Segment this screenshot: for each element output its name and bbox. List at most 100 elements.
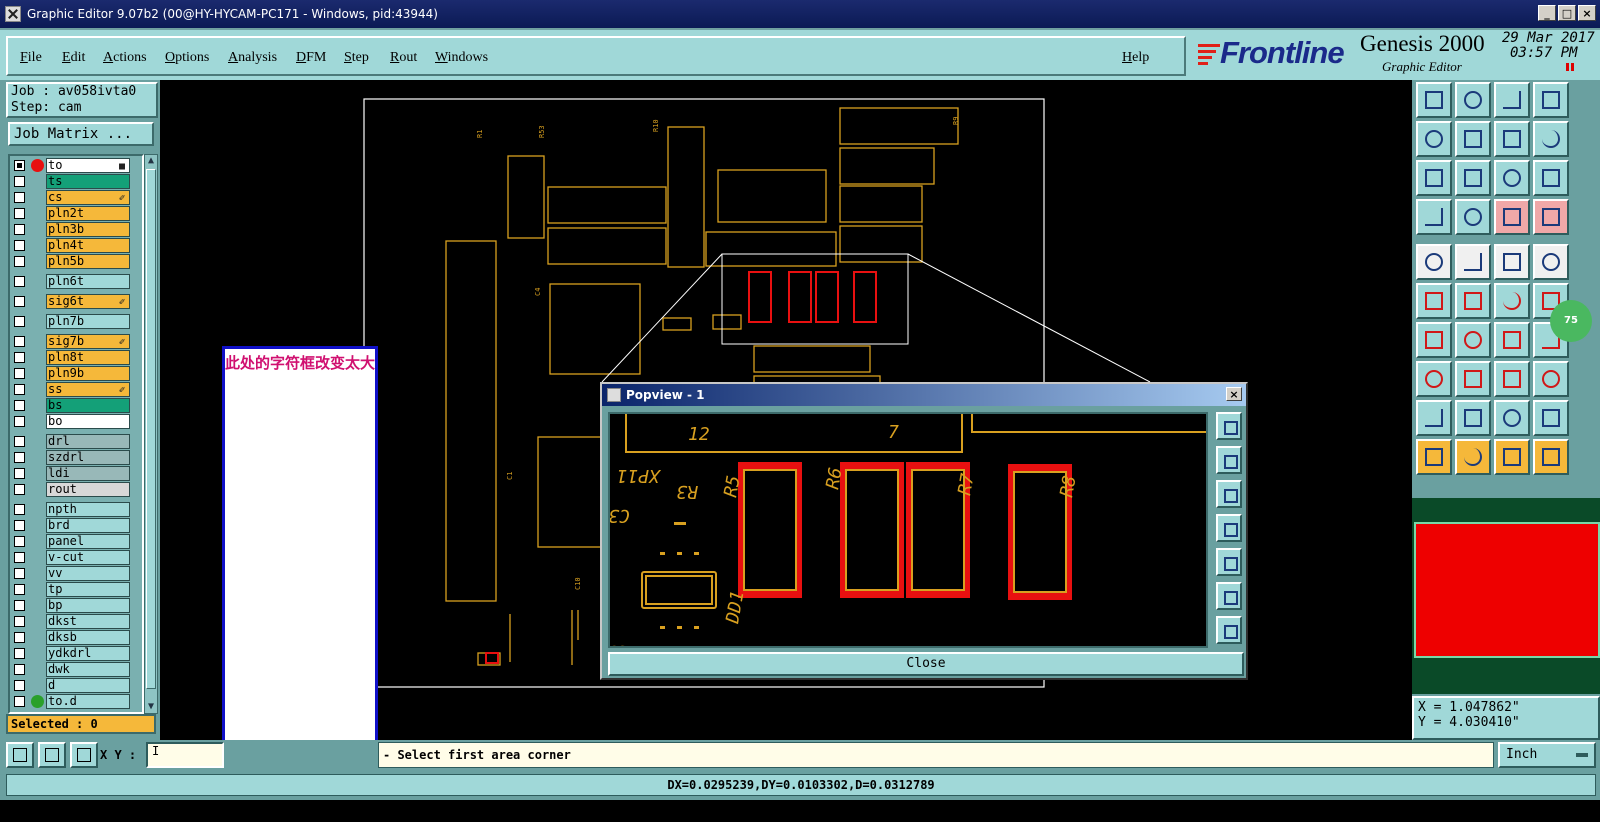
text-alt-icon[interactable] bbox=[1455, 400, 1491, 436]
layer-checkbox[interactable] bbox=[14, 400, 25, 411]
layer-name[interactable]: pln7b bbox=[46, 314, 130, 329]
line-alt-icon[interactable] bbox=[1455, 322, 1491, 358]
pause-icon[interactable] bbox=[1566, 63, 1574, 71]
layer-row[interactable]: szdrl bbox=[12, 450, 140, 466]
layer-checkbox[interactable] bbox=[14, 632, 25, 643]
layer-name[interactable]: to ■ bbox=[46, 158, 130, 173]
layer-checkbox[interactable] bbox=[14, 384, 25, 395]
menu-windows[interactable]: Windows bbox=[435, 50, 488, 66]
popview-close-button[interactable]: Close bbox=[608, 652, 1244, 676]
layer-row[interactable]: rout bbox=[12, 482, 140, 498]
maximize-button[interactable]: □ bbox=[1558, 5, 1576, 21]
scroll-up-icon[interactable]: ▲ bbox=[146, 155, 156, 167]
zoom-fit-icon[interactable] bbox=[1533, 82, 1569, 118]
layer-checkbox[interactable] bbox=[14, 536, 25, 547]
layer-name[interactable]: bp bbox=[46, 598, 130, 613]
layer-name[interactable]: ldi bbox=[46, 466, 130, 481]
line-icon[interactable] bbox=[1416, 322, 1452, 358]
popview-zoom-home-icon[interactable] bbox=[1216, 412, 1242, 440]
layer-color-swatch[interactable] bbox=[1414, 522, 1600, 658]
layer-name[interactable]: tp bbox=[46, 582, 130, 597]
job-matrix-button[interactable]: Job Matrix ... bbox=[8, 122, 154, 146]
layer-row[interactable]: pln8t bbox=[12, 350, 140, 366]
layer-row[interactable]: ldi bbox=[12, 466, 140, 482]
snap-icon[interactable] bbox=[1533, 121, 1569, 157]
group-icon[interactable] bbox=[1533, 361, 1569, 397]
layer-checkbox[interactable] bbox=[14, 416, 25, 427]
layer-name[interactable]: panel bbox=[46, 534, 130, 549]
layer-checkbox[interactable] bbox=[14, 680, 25, 691]
menu-help[interactable]: Help bbox=[1122, 50, 1149, 66]
layer-row[interactable]: brd bbox=[12, 518, 140, 534]
text-icon[interactable] bbox=[1416, 400, 1452, 436]
layer-name[interactable]: ts bbox=[46, 174, 130, 189]
layer-row[interactable]: dwk bbox=[12, 662, 140, 678]
text-move-icon[interactable] bbox=[1533, 400, 1569, 436]
minimize-button[interactable]: _ bbox=[1538, 5, 1556, 21]
pointer-box-icon[interactable] bbox=[1455, 439, 1491, 475]
layer-row[interactable]: pln6t bbox=[12, 274, 140, 290]
layer-row[interactable]: pln2t bbox=[12, 206, 140, 222]
layer-row[interactable]: bo bbox=[12, 414, 140, 430]
layer-name[interactable]: rout bbox=[46, 482, 130, 497]
scale-one-to-one-icon[interactable] bbox=[1494, 160, 1530, 196]
layer-name[interactable]: cs ✐ bbox=[46, 190, 130, 205]
pointer-frame-icon[interactable] bbox=[1494, 439, 1530, 475]
layer-row[interactable]: ss ✐ bbox=[12, 382, 140, 398]
layer-name[interactable]: to.d bbox=[46, 694, 130, 709]
help-icon[interactable] bbox=[1533, 160, 1569, 196]
menu-analysis[interactable]: Analysis bbox=[228, 50, 277, 66]
menu-step[interactable]: Step bbox=[344, 50, 369, 66]
layer-name[interactable]: pln2t bbox=[46, 206, 130, 221]
layer-row[interactable]: pln9b bbox=[12, 366, 140, 382]
layer-name[interactable]: dksb bbox=[46, 630, 130, 645]
layer-checkbox[interactable] bbox=[14, 664, 25, 675]
measure-icon[interactable] bbox=[1455, 199, 1491, 235]
layer-row[interactable]: to.d bbox=[12, 694, 140, 710]
layer-checkbox[interactable] bbox=[14, 276, 25, 287]
xy-input[interactable]: I bbox=[146, 742, 224, 768]
measure-mode-icon[interactable] bbox=[38, 742, 66, 768]
layer-checkbox[interactable] bbox=[14, 224, 25, 235]
break-icon[interactable] bbox=[1455, 361, 1491, 397]
layer-name[interactable]: dkst bbox=[46, 614, 130, 629]
ruler-icon[interactable] bbox=[1494, 244, 1530, 280]
grid-mode-icon[interactable] bbox=[70, 742, 98, 768]
layer-checkbox[interactable] bbox=[14, 256, 25, 267]
popview-zoom-in-icon[interactable] bbox=[1216, 582, 1242, 610]
layer-name[interactable]: pln5b bbox=[46, 254, 130, 269]
swap-icon[interactable] bbox=[1494, 121, 1530, 157]
popview-pan-left-icon[interactable] bbox=[1216, 514, 1242, 542]
layer-checkbox[interactable] bbox=[14, 452, 25, 463]
layer-toggle-icon[interactable] bbox=[1533, 199, 1569, 235]
layer-name[interactable]: ss ✐ bbox=[46, 382, 130, 397]
layer-row[interactable]: d bbox=[12, 678, 140, 694]
layer-row[interactable]: pln5b bbox=[12, 254, 140, 270]
layer-name[interactable]: d bbox=[46, 678, 130, 693]
layer-checkbox[interactable] bbox=[14, 316, 25, 327]
layer-name[interactable]: brd bbox=[46, 518, 130, 533]
layer-checkbox[interactable] bbox=[14, 696, 25, 707]
layer-checkbox[interactable] bbox=[14, 520, 25, 531]
layer-row[interactable]: to ■ bbox=[12, 158, 140, 174]
layer-row[interactable]: dksb bbox=[12, 630, 140, 646]
pad-icon[interactable] bbox=[1533, 244, 1569, 280]
move-icon[interactable] bbox=[1455, 244, 1491, 280]
layer-name[interactable]: v-cut bbox=[46, 550, 130, 565]
layer-name[interactable]: sig6t ✐ bbox=[46, 294, 130, 309]
layer-name[interactable]: pln6t bbox=[46, 274, 130, 289]
layer-checkbox[interactable] bbox=[14, 468, 25, 479]
undo-icon[interactable] bbox=[1494, 322, 1530, 358]
layer-checkbox[interactable] bbox=[14, 504, 25, 515]
cross-icon[interactable] bbox=[1455, 283, 1491, 319]
layer-row[interactable]: v-cut bbox=[12, 550, 140, 566]
scroll-thumb[interactable] bbox=[146, 169, 156, 689]
feature-info-icon[interactable] bbox=[1416, 199, 1452, 235]
layer-checkbox[interactable] bbox=[14, 176, 25, 187]
layer-row[interactable]: pln3b bbox=[12, 222, 140, 238]
popview-title-bar[interactable]: Popview - 1 × bbox=[602, 384, 1246, 406]
zoom-in-icon[interactable] bbox=[1416, 160, 1452, 196]
layer-name[interactable]: pln4t bbox=[46, 238, 130, 253]
text-edit-icon[interactable] bbox=[1494, 400, 1530, 436]
pan-left-icon[interactable] bbox=[1416, 121, 1452, 157]
